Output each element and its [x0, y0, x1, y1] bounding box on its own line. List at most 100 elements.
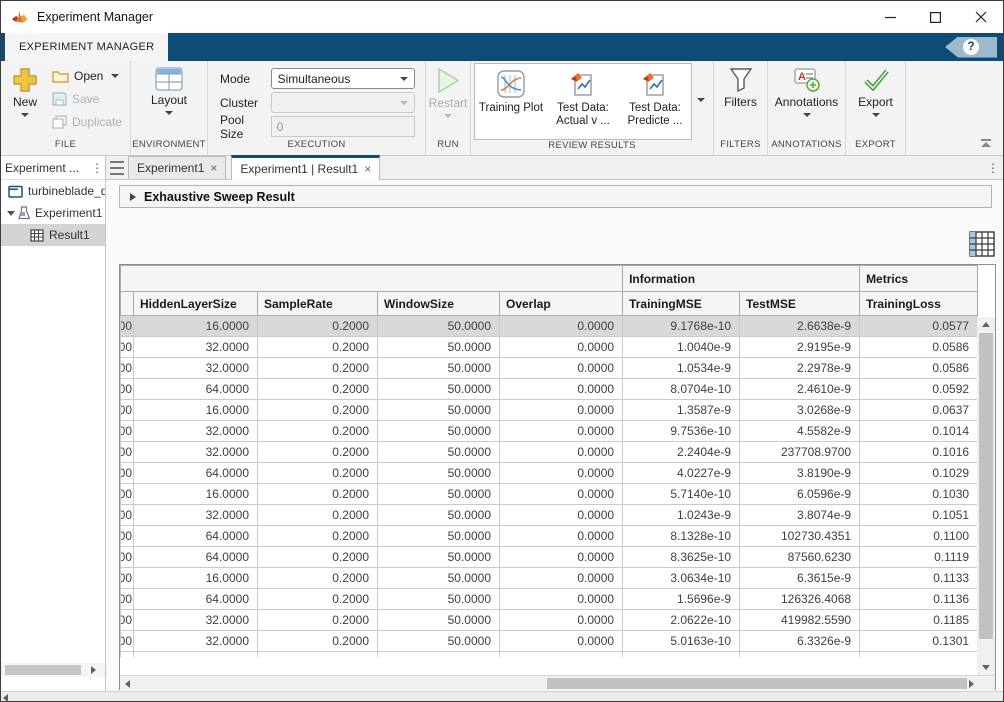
- cell-overlap[interactable]: 0.0000: [500, 316, 623, 337]
- cell-windowsize[interactable]: 50.0000: [378, 400, 500, 421]
- cell-trainingmse[interactable]: 2.0622e-10: [623, 610, 740, 631]
- cell-samplerate[interactable]: 0.2000: [258, 337, 378, 358]
- cell-windowsize[interactable]: 50.0000: [378, 337, 500, 358]
- cell-testmse[interactable]: 2.9195e-9: [740, 337, 860, 358]
- cell-windowsize[interactable]: 50.0000: [378, 316, 500, 337]
- row-clipped-cell[interactable]: 000: [121, 526, 134, 547]
- cell-testmse[interactable]: 2.2978e-9: [740, 358, 860, 379]
- cell-hiddenlayersize[interactable]: 64.0000: [134, 463, 258, 484]
- row-clipped-cell[interactable]: 000: [121, 442, 134, 463]
- cell-hiddenlayersize[interactable]: 64.0000: [134, 526, 258, 547]
- cell-trainingmse[interactable]: 2.2404e-9: [623, 442, 740, 463]
- help-button[interactable]: ?: [945, 37, 997, 58]
- col-header-trainingmse[interactable]: TrainingMSE: [623, 292, 740, 316]
- cell-testmse[interactable]: 2.6638e-9: [740, 316, 860, 337]
- cell-samplerate[interactable]: 0.2000: [258, 379, 378, 400]
- cell-hiddenlayersize[interactable]: 64.0000: [134, 547, 258, 568]
- cell-overlap[interactable]: 0.0000: [500, 610, 623, 631]
- collapse-ribbon-button[interactable]: [979, 139, 993, 149]
- maximize-button[interactable]: [913, 1, 958, 33]
- cell-samplerate[interactable]: 0.2000: [258, 568, 378, 589]
- row-clipped-cell[interactable]: 000: [121, 568, 134, 589]
- cell-overlap[interactable]: 0.0000: [500, 463, 623, 484]
- col-header-overlap[interactable]: Overlap: [500, 292, 623, 316]
- cell-trainingmse[interactable]: 5.7140e-10: [623, 484, 740, 505]
- cell-testmse[interactable]: 419982.5590: [740, 610, 860, 631]
- save-button[interactable]: Save: [48, 87, 126, 110]
- sidebar-item-result1[interactable]: Result1: [1, 224, 105, 246]
- sidebar-item-project[interactable]: turbineblade_da: [1, 180, 105, 202]
- cell-hiddenlayersize[interactable]: 32.0000: [134, 421, 258, 442]
- cell-windowsize[interactable]: 50.0000: [378, 484, 500, 505]
- gallery-dropdown-icon[interactable]: [697, 98, 705, 102]
- close-button[interactable]: [958, 1, 1003, 33]
- cell-testmse[interactable]: 87560.6230: [740, 547, 860, 568]
- cell-hiddenlayersize[interactable]: 64.0000: [134, 379, 258, 400]
- table-row[interactable]: 00064.00000.200050.00000.00004.0227e-93.…: [121, 463, 978, 484]
- table-row[interactable]: 00064.00000.200050.00000.00008.3625e-108…: [121, 547, 978, 568]
- cell-hiddenlayersize[interactable]: 32.0000: [134, 505, 258, 526]
- layout-dropdown-icon[interactable]: [165, 111, 173, 115]
- layout-button[interactable]: Layout: [141, 64, 197, 115]
- table-row[interactable]: 00064.00000.200050.00000.00008.1328e-101…: [121, 526, 978, 547]
- v-scroll-thumb[interactable]: [979, 333, 993, 639]
- cell-windowsize[interactable]: 50.0000: [378, 526, 500, 547]
- cell-testmse[interactable]: 6.3326e-9: [740, 631, 860, 652]
- cell-overlap[interactable]: 0.0000: [500, 421, 623, 442]
- cell-samplerate[interactable]: 0.2000: [258, 400, 378, 421]
- scroll-down-button[interactable]: [977, 660, 995, 675]
- cell-trainingloss[interactable]: 0.1014: [860, 421, 978, 442]
- tab-experiment1-result1[interactable]: Experiment1 | Result1 ×: [231, 155, 380, 180]
- cell-samplerate[interactable]: 0.2000: [258, 589, 378, 610]
- cell-testmse[interactable]: 3.0268e-9: [740, 400, 860, 421]
- cell-samplerate[interactable]: 0.2000: [258, 505, 378, 526]
- cell-trainingmse[interactable]: 8.3625e-10: [623, 547, 740, 568]
- row-clipped-cell[interactable]: 000: [121, 505, 134, 526]
- col-header-samplerate[interactable]: SampleRate: [258, 292, 378, 316]
- col-header-windowsize[interactable]: WindowSize: [378, 292, 500, 316]
- cell-testmse[interactable]: 3.8190e-9: [740, 463, 860, 484]
- table-row[interactable]: 00032.00000.200050.00000.00001.0243e-93.…: [121, 505, 978, 526]
- table-row[interactable]: 00016.00000.200050.00000.00001.3587e-93.…: [121, 400, 978, 421]
- h-scroll-thumb[interactable]: [547, 678, 967, 689]
- exhaustive-sweep-panel-header[interactable]: Exhaustive Sweep Result: [119, 185, 992, 208]
- row-clipped-cell[interactable]: 000: [121, 421, 134, 442]
- sidebar-h-scrollbar[interactable]: [1, 663, 105, 677]
- row-clipped-cell[interactable]: 000: [121, 358, 134, 379]
- tab-experiment-manager[interactable]: EXPERIMENT MANAGER: [5, 33, 168, 61]
- sidebar-scroll-right-icon[interactable]: [91, 666, 96, 674]
- minimize-button[interactable]: [868, 1, 913, 33]
- cell-overlap[interactable]: 0.0000: [500, 547, 623, 568]
- open-button[interactable]: Open: [48, 64, 126, 87]
- restart-button[interactable]: Restart: [426, 64, 470, 118]
- cell-hiddenlayersize[interactable]: 32.0000: [134, 337, 258, 358]
- new-dropdown-icon[interactable]: [21, 113, 29, 117]
- new-button[interactable]: New: [6, 64, 44, 117]
- cell-windowsize[interactable]: 50.0000: [378, 463, 500, 484]
- cell-windowsize[interactable]: 50.0000: [378, 547, 500, 568]
- table-row[interactable]: 00016.00000.200050.00000.00003.0634e-106…: [121, 568, 978, 589]
- cell-testmse[interactable]: 237708.9700: [740, 442, 860, 463]
- row-clipped-cell[interactable]: 000: [121, 610, 134, 631]
- col-header-hiddenlayersize[interactable]: HiddenLayerSize: [134, 292, 258, 316]
- cell-trainingloss[interactable]: 0.0586: [860, 337, 978, 358]
- cell-overlap[interactable]: 0.0000: [500, 379, 623, 400]
- mode-select[interactable]: Simultaneous: [271, 68, 415, 89]
- cell-trainingloss[interactable]: 0.1136: [860, 589, 978, 610]
- cell-testmse[interactable]: 6.3615e-9: [740, 568, 860, 589]
- cell-windowsize[interactable]: 50.0000: [378, 631, 500, 652]
- cell-samplerate[interactable]: 0.2000: [258, 610, 378, 631]
- cell-trainingmse[interactable]: 1.0534e-9: [623, 358, 740, 379]
- filters-button[interactable]: Filters: [715, 64, 767, 109]
- cell-windowsize[interactable]: 50.0000: [378, 442, 500, 463]
- cell-hiddenlayersize[interactable]: 16.0000: [134, 568, 258, 589]
- cell-samplerate[interactable]: 0.2000: [258, 526, 378, 547]
- cell-trainingmse[interactable]: 1.0243e-9: [623, 505, 740, 526]
- cell-testmse[interactable]: 126326.4068: [740, 589, 860, 610]
- cell-testmse[interactable]: 6.0596e-9: [740, 484, 860, 505]
- cell-trainingloss[interactable]: 0.1100: [860, 526, 978, 547]
- column-chooser-button[interactable]: [969, 231, 995, 257]
- row-clipped-cell[interactable]: 000: [121, 463, 134, 484]
- cell-samplerate[interactable]: 0.2000: [258, 316, 378, 337]
- cell-windowsize[interactable]: 50.0000: [378, 505, 500, 526]
